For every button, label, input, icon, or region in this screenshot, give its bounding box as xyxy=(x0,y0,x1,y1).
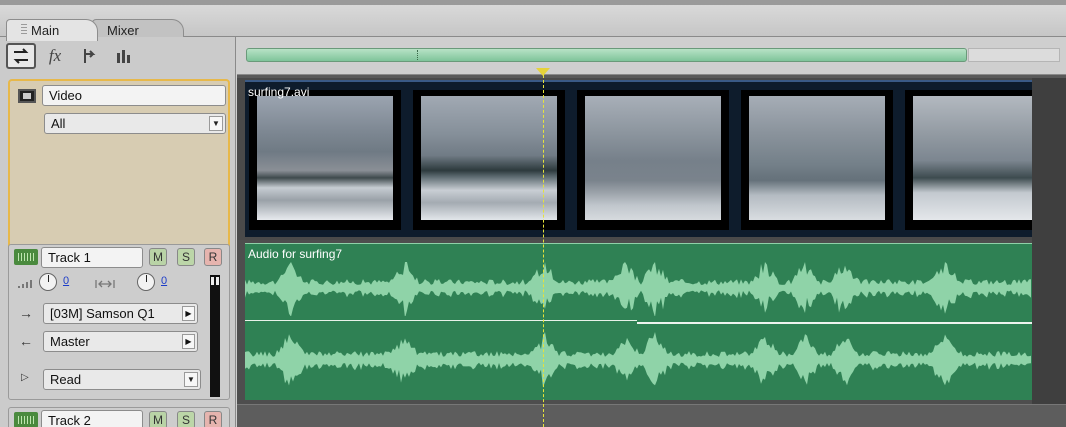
expand-triangle-icon[interactable]: ▷ xyxy=(21,372,29,383)
track-headers-panel: fx Video All ▼ Track 1 M S R 0 0 → [03M]… xyxy=(0,37,236,427)
input-value: [03M] Samson Q1 xyxy=(50,306,155,321)
grip-icon xyxy=(21,24,27,36)
input-dropdown[interactable]: [03M] Samson Q1 ▶ xyxy=(43,303,198,324)
pan-knob[interactable] xyxy=(137,273,155,291)
solo-button[interactable]: S xyxy=(177,248,195,266)
pan-icon xyxy=(95,280,115,288)
volume-knob[interactable] xyxy=(39,273,57,291)
tab-main-label: Main xyxy=(31,23,60,38)
tab-main[interactable]: Main xyxy=(6,19,98,41)
automation-value: Read xyxy=(50,372,82,387)
level-meter xyxy=(210,275,220,397)
audio-clip-label: Audio for surfing7 xyxy=(248,247,343,261)
video-track-name-field[interactable]: Video xyxy=(42,85,226,106)
output-value: Master xyxy=(50,334,90,349)
fx-button[interactable]: fx xyxy=(40,43,70,69)
waveform-right-channel xyxy=(245,332,1031,388)
track-toolbar: fx xyxy=(6,42,138,70)
volume-value[interactable]: 0 xyxy=(63,275,69,287)
fx-icon: fx xyxy=(48,46,62,65)
audio-track-icon xyxy=(14,249,38,265)
solo-button[interactable]: S xyxy=(177,411,195,427)
video-thumbnail xyxy=(905,90,1032,230)
swap-icon xyxy=(13,48,29,64)
send-button[interactable] xyxy=(74,43,104,69)
volume-envelope[interactable] xyxy=(245,320,637,321)
video-thumbnail xyxy=(577,90,729,230)
video-track-icon xyxy=(18,89,36,103)
record-button[interactable]: R xyxy=(204,248,222,266)
pan-value[interactable]: 0 xyxy=(161,275,167,287)
video-display-mode-value: All xyxy=(51,116,66,131)
tab-mixer-label: Mixer xyxy=(107,23,139,38)
send-icon xyxy=(84,49,96,63)
volume-icon xyxy=(18,280,32,288)
tab-bar: Main Mixer xyxy=(0,5,1066,41)
waveform-left-channel xyxy=(245,262,1031,316)
mute-button[interactable]: M xyxy=(149,411,167,427)
timeline-area[interactable]: surfing7.avi Audio for surfing7 xyxy=(237,37,1066,427)
video-display-mode-dropdown[interactable]: All ▼ xyxy=(44,113,226,134)
audio-clip[interactable]: Audio for surfing7 xyxy=(245,243,1032,400)
chevron-right-icon: ▶ xyxy=(182,306,195,321)
playhead-line xyxy=(543,75,544,427)
audio-track-icon xyxy=(14,412,38,427)
output-dropdown[interactable]: Master ▶ xyxy=(43,331,198,352)
audio-track-2-lane[interactable] xyxy=(237,404,1066,427)
audio-track-1-lane[interactable]: Audio for surfing7 xyxy=(237,240,1066,404)
zoom-scroll-bar[interactable] xyxy=(246,48,967,62)
automation-dropdown[interactable]: Read ▼ xyxy=(43,369,201,390)
audio-track-1-header[interactable]: Track 1 M S R 0 0 → [03M] Samson Q1 ▶ ← … xyxy=(8,244,230,400)
output-arrow-icon: ← xyxy=(19,333,33,349)
mute-button[interactable]: M xyxy=(149,248,167,266)
record-button[interactable]: R xyxy=(204,411,222,427)
video-thumbnail xyxy=(741,90,893,230)
video-thumbnail xyxy=(249,90,401,230)
eq-icon xyxy=(117,50,130,63)
volume-envelope[interactable] xyxy=(637,322,1032,324)
timeline-ruler[interactable] xyxy=(237,37,1066,76)
chevron-right-icon: ▶ xyxy=(182,334,195,349)
track-1-name-field[interactable]: Track 1 xyxy=(41,247,143,268)
empty-lane-area xyxy=(1032,240,1066,404)
audio-track-2-header[interactable]: Track 2 M S R xyxy=(8,407,230,427)
chevron-down-icon: ▼ xyxy=(209,116,223,131)
video-clip-label: surfing7.avi xyxy=(248,85,310,99)
chevron-down-icon: ▼ xyxy=(184,372,198,387)
zoom-track xyxy=(968,48,1060,62)
video-track-lane[interactable]: surfing7.avi xyxy=(237,78,1066,240)
empty-lane-area xyxy=(1032,78,1066,240)
track-2-name-field[interactable]: Track 2 xyxy=(41,410,143,427)
eq-button[interactable] xyxy=(108,43,138,69)
swap-button[interactable] xyxy=(6,43,36,69)
video-clip[interactable]: surfing7.avi xyxy=(245,80,1032,237)
input-arrow-icon: → xyxy=(19,305,33,321)
